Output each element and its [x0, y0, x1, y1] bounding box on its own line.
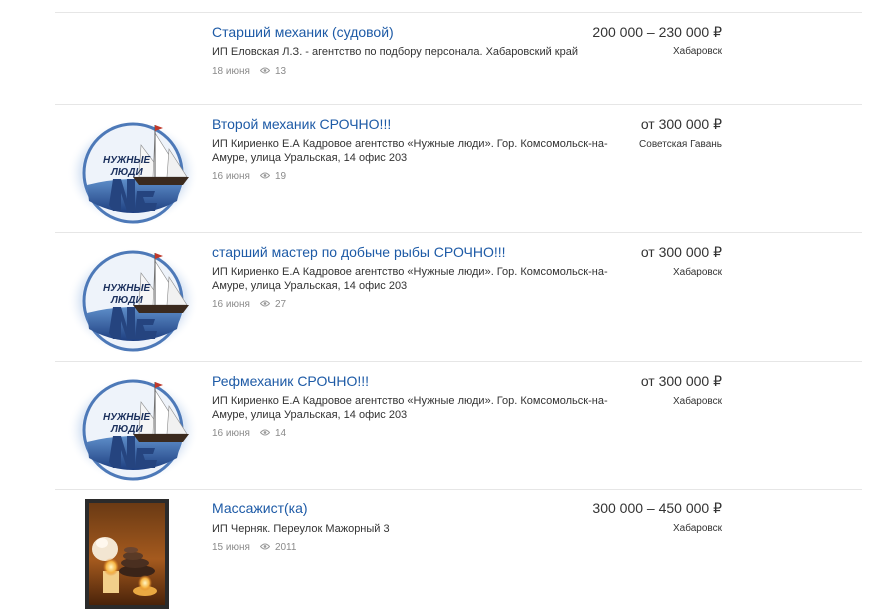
vacancy-views: 2011 [274, 542, 297, 553]
logo-text: ЛЮДИ [110, 295, 144, 306]
vacancy-date: 16 июня [212, 428, 250, 439]
vacancy-views: 13 [274, 66, 287, 77]
eye-icon [259, 66, 271, 77]
vacancy-meta: 16 июня 19 [212, 171, 286, 182]
vacancy-views: 19 [274, 171, 287, 182]
vacancy-item: НУЖНЫЕ ЛЮДИ Второй механик СРОЧНО!!! от … [55, 104, 862, 232]
vacancy-salary: от 300 000 ₽ [640, 244, 722, 260]
vacancy-salary: от 300 000 ₽ [640, 373, 722, 389]
vacancy-city: Хабаровск [673, 396, 722, 407]
vacancy-views: 14 [274, 428, 287, 439]
vacancy-city: Хабаровск [673, 267, 722, 278]
vacancy-item: Массажист(ка) 300 000 – 450 000 ₽ ИП Чер… [55, 489, 862, 611]
vacancy-meta: 16 июня 14 [212, 428, 286, 439]
company-logo[interactable]: НУЖНЫЕ ЛЮДИ [65, 119, 201, 227]
vacancy-meta: 15 июня 2011 [212, 542, 296, 553]
vacancy-title-link[interactable]: старший мастер по добыче рыбы СРОЧНО!!! [212, 244, 506, 260]
vacancy-salary: 200 000 – 230 000 ₽ [592, 24, 722, 40]
vacancy-date: 15 июня [212, 542, 250, 553]
vacancy-item: Старший механик (судовой) 200 000 – 230 … [55, 12, 862, 104]
vacancy-list: Старший механик (судовой) 200 000 – 230 … [55, 12, 862, 611]
vacancy-salary: от 300 000 ₽ [640, 116, 722, 132]
vacancy-item: НУЖНЫЕ ЛЮДИ старший мастер по добыче рыб… [55, 232, 862, 361]
logo-text: НУЖНЫЕ [103, 155, 150, 166]
vacancy-salary: 300 000 – 450 000 ₽ [592, 500, 722, 516]
company-logo[interactable]: НУЖНЫЕ ЛЮДИ [65, 376, 201, 484]
vacancy-title-link[interactable]: Массажист(ка) [212, 500, 308, 516]
eye-icon [259, 542, 271, 553]
vacancy-date: 16 июня [212, 171, 250, 182]
eye-icon [259, 299, 271, 310]
logo-text: НУЖНЫЕ [103, 412, 150, 423]
employer-name: ИП Черняк. Переулок Мажорный 3 [212, 523, 390, 535]
vacancy-city: Хабаровск [673, 523, 722, 534]
vacancy-meta: 18 июня 13 [212, 66, 286, 77]
logo-text: ЛЮДИ [110, 167, 144, 178]
employer-name: ИП Кириенко Е.А Кадровое агентство «Нужн… [212, 266, 608, 292]
vacancy-date: 18 июня [212, 66, 250, 77]
vacancy-title-link[interactable]: Второй механик СРОЧНО!!! [212, 116, 391, 132]
employer-name: ИП Кириенко Е.А Кадровое агентство «Нужн… [212, 395, 608, 421]
employer-name: ИП Еловская Л.З. - агентство по подбору … [212, 46, 578, 58]
vacancy-title-link[interactable]: Рефмеханик СРОЧНО!!! [212, 373, 369, 389]
eye-icon [259, 428, 271, 439]
vacancy-date: 16 июня [212, 299, 250, 310]
spa-candles-photo[interactable] [85, 499, 169, 609]
employer-name: ИП Кириенко Е.А Кадровое агентство «Нужн… [212, 138, 608, 164]
vacancy-title-link[interactable]: Старший механик (судовой) [212, 24, 394, 40]
vacancy-views: 27 [274, 299, 287, 310]
vacancy-city: Советская Гавань [639, 139, 722, 150]
company-logo[interactable]: НУЖНЫЕ ЛЮДИ [65, 247, 201, 355]
logo-text: НУЖНЫЕ [103, 283, 150, 294]
logo-text: ЛЮДИ [110, 424, 144, 435]
eye-icon [259, 171, 271, 182]
vacancy-meta: 16 июня 27 [212, 299, 286, 310]
vacancy-city: Хабаровск [673, 46, 722, 57]
vacancy-item: НУЖНЫЕ ЛЮДИ Рефмеханик СРОЧНО!!! от 300 … [55, 361, 862, 489]
